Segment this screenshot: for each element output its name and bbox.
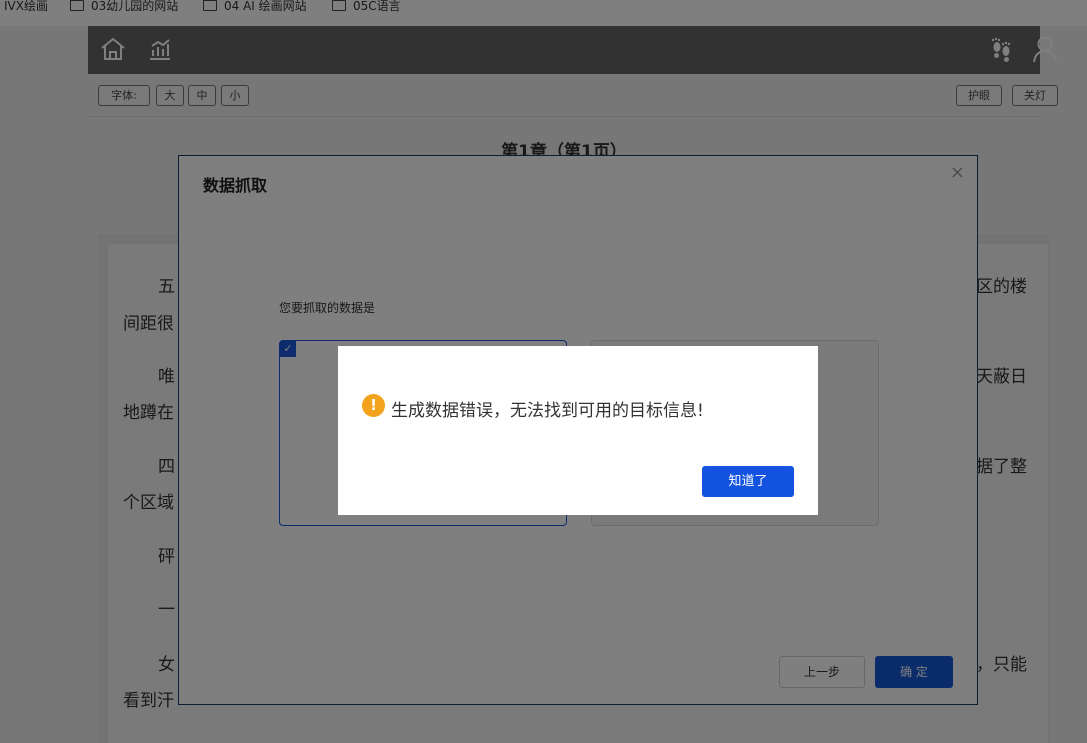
error-alert: ! 生成数据错误，无法找到可用的目标信息! 知道了: [338, 346, 818, 515]
got-it-button[interactable]: 知道了: [702, 466, 794, 497]
warning-icon: !: [362, 394, 385, 417]
alert-message: 生成数据错误，无法找到可用的目标信息!: [391, 401, 704, 421]
